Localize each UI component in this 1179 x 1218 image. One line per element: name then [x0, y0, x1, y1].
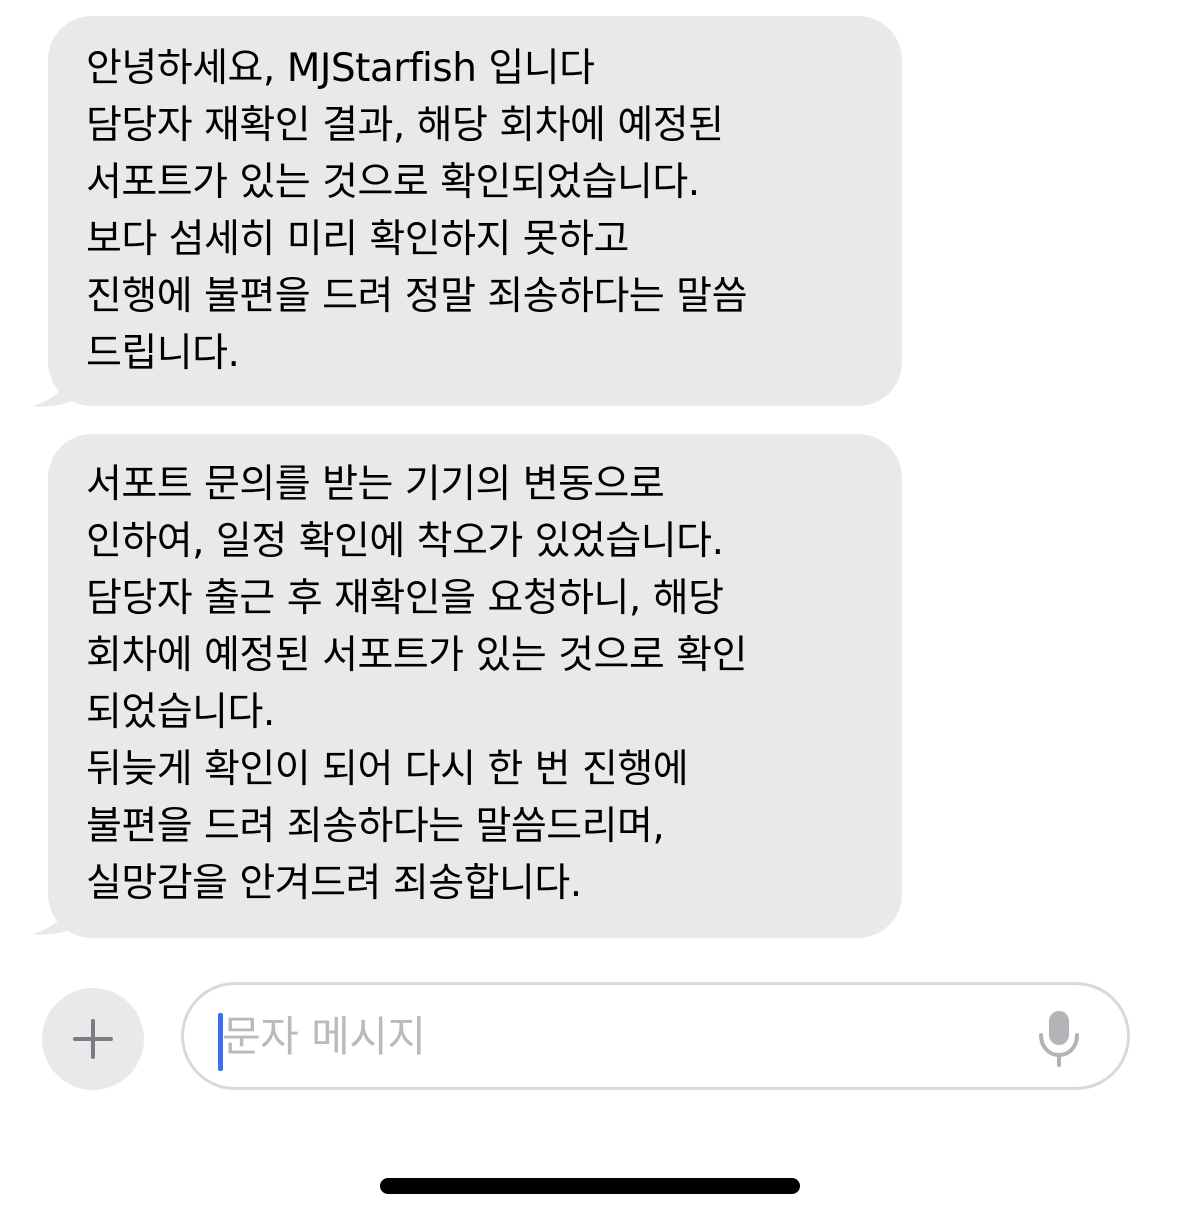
message-text-line: 인하여, 일정 확인에 착오가 있었습니다.	[86, 519, 724, 564]
message-text-line: 서포트가 있는 것으로 확인되었습니다.	[86, 160, 700, 205]
add-attachment-button[interactable]	[42, 988, 144, 1090]
plus-icon	[73, 1019, 113, 1059]
message-text-line: 실망감을 안겨드려 죄송합니다.	[86, 861, 582, 906]
message-text-line: 담당자 출근 후 재확인을 요청하니, 해당	[86, 576, 724, 621]
home-indicator[interactable]	[380, 1178, 800, 1194]
message-text-line: 되었습니다.	[86, 690, 275, 735]
message-input[interactable]	[222, 1003, 1002, 1069]
message-text-line: 드립니다.	[86, 331, 240, 376]
message-text-line: 서포트 문의를 받는 기기의 변동으로	[86, 462, 665, 507]
message-text-line: 뒤늦게 확인이 되어 다시 한 번 진행에	[86, 747, 689, 792]
message-text-line: 담당자 재확인 결과, 해당 회차에 예정된	[86, 103, 724, 148]
message-text-line: 안녕하세요, MJStarfish 입니다	[86, 46, 595, 91]
microphone-icon[interactable]	[1037, 1009, 1081, 1069]
message-text-line: 불편을 드려 죄송하다는 말씀드리며,	[86, 804, 665, 849]
message-input-container[interactable]	[181, 982, 1130, 1090]
message-thread: 안녕하세요, MJStarfish 입니다 담당자 재확인 결과, 해당 회차에…	[0, 0, 1179, 970]
message-text-line: 보다 섬세히 미리 확인하지 못하고	[86, 217, 629, 262]
message-text-line: 진행에 불편을 드려 정말 죄송하다는 말씀	[86, 274, 747, 319]
message-composer	[0, 980, 1179, 1100]
incoming-message-bubble[interactable]: 서포트 문의를 받는 기기의 변동으로 인하여, 일정 확인에 착오가 있었습니…	[48, 434, 902, 938]
message-text-line: 회차에 예정된 서포트가 있는 것으로 확인	[86, 633, 747, 678]
incoming-message-bubble[interactable]: 안녕하세요, MJStarfish 입니다 담당자 재확인 결과, 해당 회차에…	[48, 16, 902, 406]
